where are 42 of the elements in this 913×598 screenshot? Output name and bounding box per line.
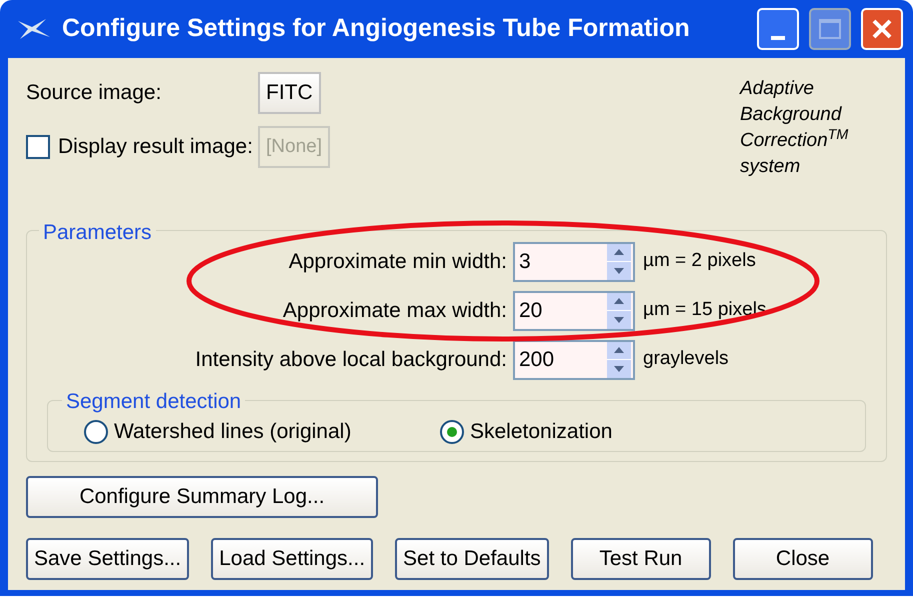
up-arrow-icon [614, 298, 624, 304]
checkbox[interactable] [26, 135, 50, 159]
spin-down-button[interactable] [607, 261, 631, 280]
action-button[interactable]: Test Run [570, 538, 711, 580]
field-label: Approximate max width: [282, 298, 507, 324]
action-button[interactable]: Close [732, 538, 873, 580]
number-input[interactable]: 200 [515, 342, 607, 378]
action-button[interactable]: Set to Defaults [395, 538, 549, 580]
action-button[interactable]: Load Settings... [211, 538, 374, 580]
close-button[interactable] [861, 8, 903, 50]
down-arrow-icon [614, 316, 624, 323]
brand-note: Adaptive Background Correction$^{TM}$ system [740, 77, 848, 179]
radio-button[interactable] [440, 420, 464, 444]
up-arrow-icon [614, 347, 624, 354]
up-arrow-icon [614, 249, 624, 256]
number-input[interactable]: 3 [515, 244, 607, 280]
down-arrow-icon [614, 268, 624, 274]
minimize-button[interactable] [757, 8, 799, 50]
spin-down-button[interactable] [607, 310, 631, 328]
spin-field[interactable]: 3 [513, 242, 635, 282]
spin-field[interactable]: 20 [513, 290, 635, 330]
unit-label: graylevels [642, 347, 729, 372]
spin-up-button[interactable] [607, 342, 631, 359]
radio-option[interactable]: Skeletonization [440, 416, 612, 448]
number-input[interactable]: 20 [515, 292, 607, 328]
display-result-label: Display result image: [57, 134, 254, 160]
close-icon [871, 18, 893, 40]
down-arrow-icon [614, 366, 624, 372]
action-button[interactable]: Save Settings... [26, 538, 190, 580]
field-label: Approximate min width: [288, 248, 507, 275]
unit-label: µm = 2 pixels [642, 249, 756, 274]
source-image-button[interactable]: FITC [258, 72, 321, 114]
radio-button[interactable] [84, 420, 108, 444]
radio-option[interactable]: Watershed lines (original) [84, 416, 440, 448]
spin-up-button[interactable] [607, 292, 631, 310]
summary-log-button[interactable]: Configure Summary Log... [26, 476, 378, 518]
spin-up-button[interactable] [607, 244, 631, 261]
source-image-label: Source image: [26, 80, 162, 106]
field-label: Intensity above local background: [195, 346, 507, 373]
spin-down-button[interactable] [607, 359, 631, 378]
window-title: Configure Settings for Angiogenesis Tube Formation [62, 13, 691, 44]
spin-field[interactable]: 200 [513, 340, 635, 380]
